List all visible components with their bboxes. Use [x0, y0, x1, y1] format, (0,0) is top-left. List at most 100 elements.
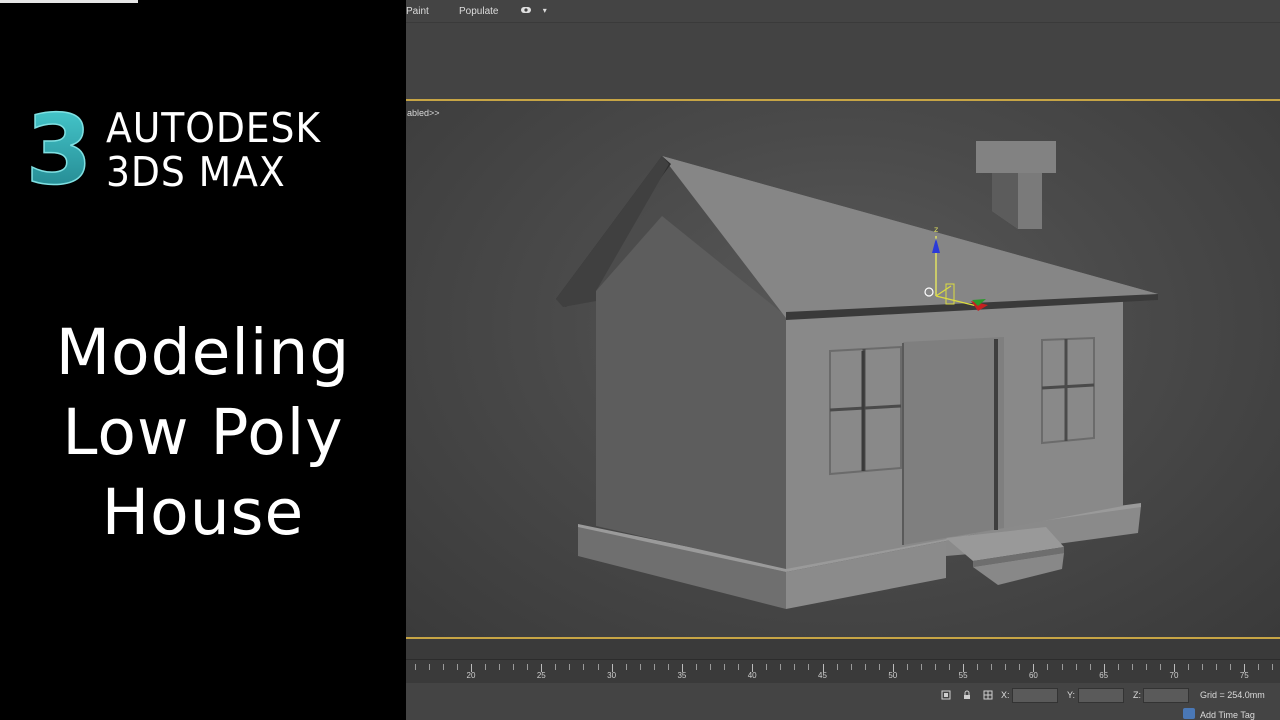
timeslider-area[interactable]	[406, 639, 1280, 659]
chimney-top	[976, 141, 1056, 173]
timeline-tick	[836, 664, 838, 670]
z-coordinate-field[interactable]	[1143, 688, 1189, 703]
time-tag-icon[interactable]	[1183, 708, 1195, 719]
timeline-tick	[513, 664, 515, 670]
brand-autodesk: AUTODESK	[106, 104, 322, 152]
perspective-viewport[interactable]: abled>> z	[406, 101, 1280, 637]
timeline-tick	[569, 664, 571, 670]
title-panel: 3 AUTODESK 3DS MAX Modeling Low Poly Hou…	[0, 0, 406, 720]
timeline-ruler[interactable]: 20 25 30 35 40 45 50 55 60 65 70 75	[406, 659, 1280, 684]
timeline-tick	[639, 664, 641, 670]
timeline-tick-label: 40	[747, 671, 757, 680]
timeline-tick	[808, 664, 810, 670]
timeline-tick	[442, 664, 444, 670]
timeline-tick	[1145, 664, 1147, 670]
timeline-tick	[1216, 664, 1218, 670]
timeline-tick	[414, 664, 416, 670]
timeline-tick	[499, 664, 501, 670]
timeline-tick	[667, 664, 669, 670]
z-label: Z:	[1133, 690, 1141, 700]
timeline-tick	[456, 664, 458, 670]
timeline-tick	[1117, 664, 1119, 670]
headline-line-2: Low Poly	[62, 396, 344, 469]
timeline-tick	[1047, 664, 1049, 670]
timeline-tick	[1258, 664, 1260, 670]
timeline-tick	[625, 664, 627, 670]
chimney-side	[992, 173, 1018, 229]
timeline-tick	[555, 664, 557, 670]
menu-paint[interactable]: Paint	[406, 6, 429, 17]
timeline-tick	[878, 664, 880, 670]
timeline-tick	[934, 664, 936, 670]
add-time-tag-button[interactable]: Add Time Tag	[1200, 710, 1255, 720]
y-label: Y:	[1067, 690, 1076, 700]
timeline-tick	[1005, 664, 1007, 670]
chevron-down-icon: ▾	[542, 6, 547, 15]
top-strip	[0, 0, 138, 3]
absolute-mode-icon[interactable]	[983, 690, 993, 700]
timeline-tick	[1188, 664, 1190, 670]
timeline-tick	[920, 664, 922, 670]
house-model[interactable]: z	[406, 101, 1280, 637]
x-label: X:	[1001, 690, 1010, 700]
ribbon-panel	[406, 22, 1280, 99]
y-coordinate-field[interactable]	[1078, 688, 1124, 703]
timeline-tick	[949, 664, 951, 670]
timeline-tick	[794, 664, 796, 670]
lock-icon[interactable]	[962, 690, 972, 700]
svg-text:3: 3	[26, 103, 92, 195]
timeline-tick	[695, 664, 697, 670]
3dsmax-logo: 3	[26, 103, 92, 195]
front-door	[902, 337, 1004, 545]
timeline-tick	[653, 664, 655, 670]
timeline-tick-label: 50	[888, 671, 898, 680]
timeline-tick	[1230, 664, 1232, 670]
brand-3dsmax: 3DS MAX	[106, 148, 286, 196]
timeline-tick-label: 30	[607, 671, 617, 680]
timeline-tick	[977, 664, 979, 670]
headline-line-1: Modeling	[55, 316, 351, 389]
timeline-tick	[597, 664, 599, 670]
timeline-tick	[850, 664, 852, 670]
timeline-tick	[1131, 664, 1133, 670]
timeline-tick	[724, 664, 726, 670]
timeline-tick	[864, 664, 866, 670]
timeline-tick	[991, 664, 993, 670]
selection-lock-icon[interactable]	[941, 690, 951, 700]
timeline-tick	[1272, 664, 1274, 670]
timeline-tick	[485, 664, 487, 670]
timeline-tick	[428, 664, 430, 670]
timeline-tick-label: 25	[536, 671, 546, 680]
populate-dropdown[interactable]: ▾	[520, 4, 547, 19]
timeline-tick	[766, 664, 768, 670]
timeline-tick	[1019, 664, 1021, 670]
timeline-tick-label: 45	[818, 671, 827, 680]
timeline-tick-label: 55	[958, 671, 968, 680]
status-bar: X: Y: Z: Grid = 254.0mm Add Time Tag	[406, 683, 1280, 720]
timeline-tick	[710, 664, 712, 670]
grid-size-readout: Grid = 254.0mm	[1200, 690, 1265, 700]
timeline-tick-label: 65	[1099, 671, 1109, 680]
x-coordinate-field[interactable]	[1012, 688, 1058, 703]
timeline-tick	[1089, 664, 1091, 670]
timeline-tick	[583, 664, 585, 670]
timeline-tick-label: 20	[466, 671, 476, 680]
timeline-tick-label: 60	[1028, 671, 1038, 680]
timeline-tick	[1061, 664, 1063, 670]
timeline-tick-label: 70	[1169, 671, 1179, 680]
timeline-tick	[780, 664, 782, 670]
menu-populate[interactable]: Populate	[459, 6, 498, 17]
menubar: Paint Populate ▾	[406, 0, 1280, 22]
timeline-tick	[1075, 664, 1077, 670]
timeline-tick	[738, 664, 740, 670]
app-window: Paint Populate ▾ abled>> z 20 25 30 35 4…	[406, 0, 1280, 720]
timeline-tick	[527, 664, 529, 670]
timeline-tick	[906, 664, 908, 670]
timeline-tick-label: 35	[677, 671, 687, 680]
headline-line-3: House	[101, 476, 305, 549]
timeline-tick-label: 75	[1239, 671, 1249, 680]
eye-toggle-icon	[521, 7, 531, 13]
timeline-tick	[1159, 664, 1161, 670]
timeline-tick	[1202, 664, 1204, 670]
svg-text:z: z	[934, 225, 938, 234]
